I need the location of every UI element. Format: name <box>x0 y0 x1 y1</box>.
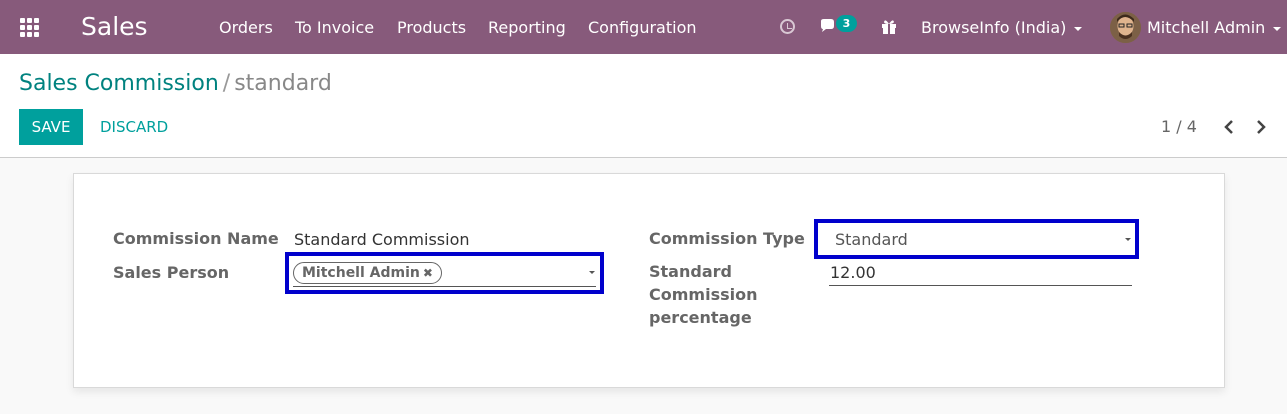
sales-person-label: Sales Person <box>113 263 230 282</box>
chevron-right-icon[interactable] <box>1252 118 1270 136</box>
standard-commission-percentage-underline <box>829 285 1132 286</box>
commission-type-select[interactable]: Standard <box>835 230 908 250</box>
commission-name-label: Commission Name <box>113 229 279 248</box>
commission-type-label: Commission Type <box>649 229 805 248</box>
control-panel: Sales Commission / standard SAVE DISCARD 1… <box>0 54 1287 158</box>
chevron-down-icon <box>1273 26 1282 31</box>
user-name: Mitchell Admin <box>1147 18 1266 37</box>
discard-button[interactable]: DISCARD <box>100 109 168 145</box>
standard-commission-percentage-label-line3: percentage <box>649 308 752 327</box>
chat-icon[interactable] <box>819 18 837 35</box>
close-icon[interactable]: ✖ <box>423 266 433 280</box>
breadcrumb-separator: / <box>222 71 231 96</box>
breadcrumb-current: standard <box>234 71 332 96</box>
menu-to-invoice[interactable]: To Invoice <box>295 18 374 38</box>
chevron-left-icon[interactable] <box>1221 118 1239 136</box>
avatar[interactable] <box>1110 12 1141 43</box>
save-button[interactable]: SAVE <box>19 109 83 145</box>
standard-commission-percentage-label-line2: Commission <box>649 285 758 304</box>
app-title[interactable]: Sales <box>81 12 148 42</box>
menu-reporting[interactable]: Reporting <box>488 18 566 38</box>
chat-badge: 3 <box>836 15 857 32</box>
standard-commission-percentage-label-line1: Standard <box>649 262 732 281</box>
gift-icon[interactable] <box>880 17 898 35</box>
commission-name-field[interactable]: Standard Commission <box>294 230 470 250</box>
menu-configuration[interactable]: Configuration <box>588 18 697 38</box>
standard-commission-percentage-input[interactable]: 12.00 <box>830 263 876 283</box>
company-name: BrowseInfo (India) <box>921 18 1067 37</box>
chevron-down-icon <box>1074 26 1083 31</box>
pager-value[interactable]: 1 / 4 <box>1161 117 1197 137</box>
sales-person-tag[interactable]: Mitchell Admin ✖ <box>293 262 442 284</box>
menu-orders[interactable]: Orders <box>219 18 273 38</box>
user-menu[interactable]: Mitchell Admin <box>1147 18 1282 38</box>
sales-person-input[interactable] <box>293 286 596 287</box>
apps-grid-icon[interactable] <box>20 18 40 38</box>
company-switcher[interactable]: BrowseInfo (India) <box>921 18 1083 38</box>
top-navbar: Sales Orders To Invoice Products Reporti… <box>0 0 1287 54</box>
clock-icon[interactable] <box>780 19 795 34</box>
chevron-down-icon[interactable] <box>589 271 595 274</box>
menu-products[interactable]: Products <box>397 18 466 38</box>
sales-person-tag-label: Mitchell Admin <box>302 265 420 281</box>
chevron-down-icon[interactable] <box>1125 238 1131 241</box>
breadcrumb: Sales Commission / standard <box>19 70 332 98</box>
breadcrumb-parent[interactable]: Sales Commission <box>19 71 219 96</box>
